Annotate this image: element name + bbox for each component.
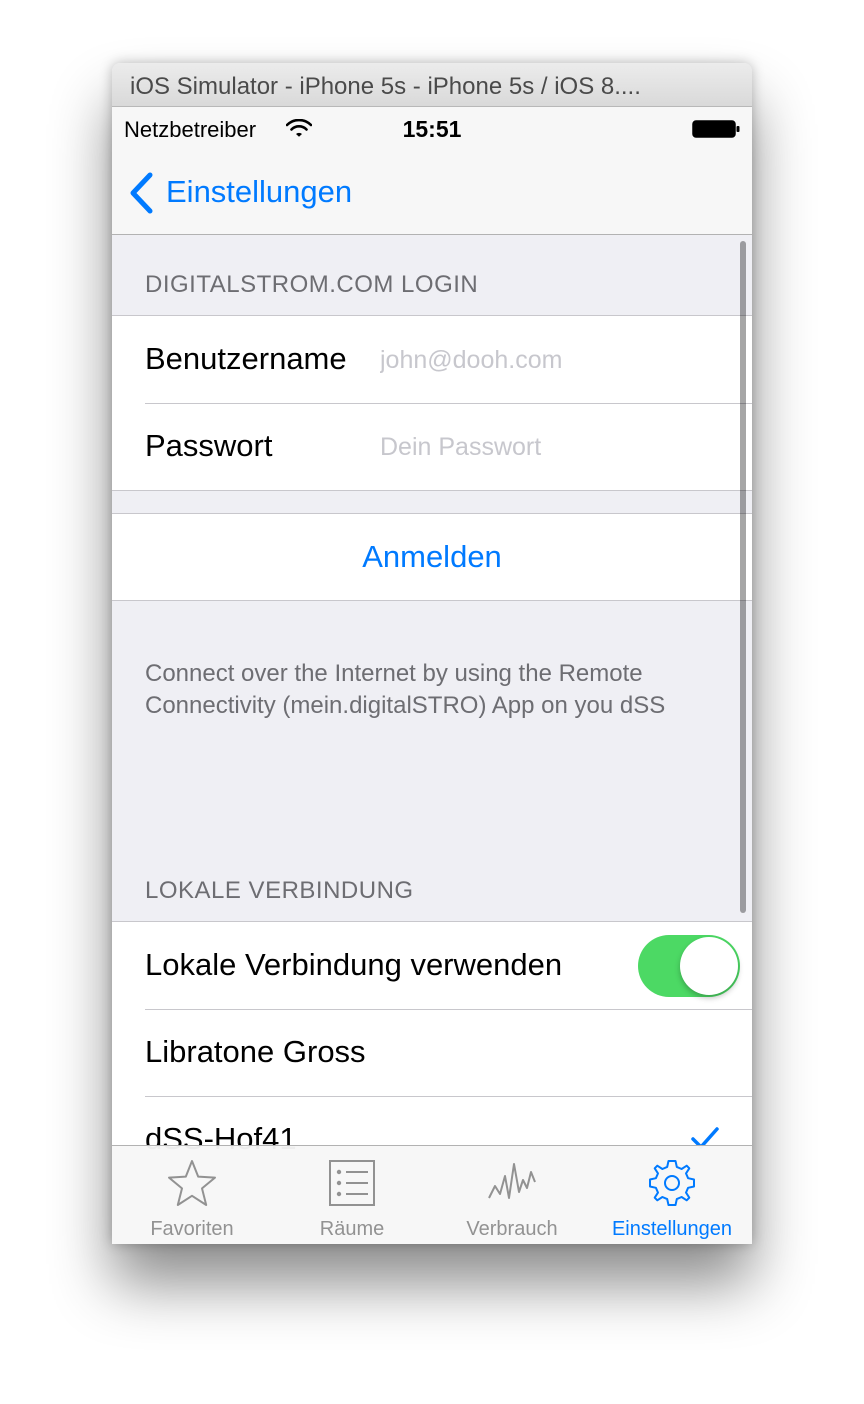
login-footer-text: Connect over the Internet by using the R…: [145, 660, 666, 719]
gear-icon: [649, 1160, 695, 1206]
username-input[interactable]: [380, 340, 720, 380]
username-row: Benutzername: [112, 316, 752, 403]
navigation-bar: Einstellungen: [112, 147, 752, 235]
simulator-window: iOS Simulator - iPhone 5s - iPhone 5s / …: [112, 63, 752, 1244]
status-bar: Netzbetreiber 15:51: [112, 107, 752, 147]
status-time: 15:51: [402, 116, 462, 142]
login-form-group: Benutzername Passwort: [112, 315, 752, 491]
tab-bar: Favoriten Räume Verbrauch Einstellungen: [112, 1145, 752, 1244]
username-label: Benutzername: [145, 341, 347, 376]
tab-label: Einstellungen: [611, 1218, 733, 1240]
back-chevron-icon[interactable]: [128, 172, 154, 214]
tab-einstellungen[interactable]: Einstellungen: [592, 1146, 752, 1244]
password-row: Passwort: [112, 403, 752, 490]
tab-label: Räume: [319, 1218, 385, 1240]
back-button[interactable]: Einstellungen: [166, 174, 352, 210]
password-input[interactable]: [380, 427, 720, 467]
scroll-indicator[interactable]: [740, 241, 746, 913]
tab-label: Favoriten: [150, 1218, 234, 1240]
battery-icon: [692, 120, 740, 138]
star-icon: [168, 1160, 216, 1206]
tab-favoriten[interactable]: Favoriten: [112, 1146, 272, 1244]
toggle-knob: [680, 937, 738, 995]
local-connection-toggle[interactable]: [638, 935, 740, 997]
tab-verbrauch[interactable]: Verbrauch: [432, 1146, 592, 1244]
login-section-header: DIGITALSTROM.COM LOGIN: [145, 271, 479, 298]
login-button-group: Anmelden: [112, 513, 752, 601]
tab-label: Verbrauch: [466, 1218, 558, 1240]
list-icon: [329, 1160, 375, 1206]
tab-raeume[interactable]: Räume: [272, 1146, 432, 1244]
server-row[interactable]: Libratone Gross: [112, 1009, 752, 1096]
device-screen: Netzbetreiber 15:51 Einstellungen DIGITA…: [112, 107, 752, 1244]
local-toggle-row: Lokale Verbindung verwenden: [112, 922, 752, 1009]
local-section-header: LOKALE VERBINDUNG: [145, 877, 414, 904]
password-label: Passwort: [145, 428, 273, 463]
login-button[interactable]: Anmelden: [112, 514, 752, 600]
local-toggle-label: Lokale Verbindung verwenden: [145, 947, 563, 982]
window-titlebar[interactable]: iOS Simulator - iPhone 5s - iPhone 5s / …: [112, 63, 752, 107]
window-title: iOS Simulator - iPhone 5s - iPhone 5s / …: [130, 73, 641, 100]
waveform-icon: [488, 1163, 536, 1199]
server-name: Libratone Gross: [145, 1034, 366, 1069]
